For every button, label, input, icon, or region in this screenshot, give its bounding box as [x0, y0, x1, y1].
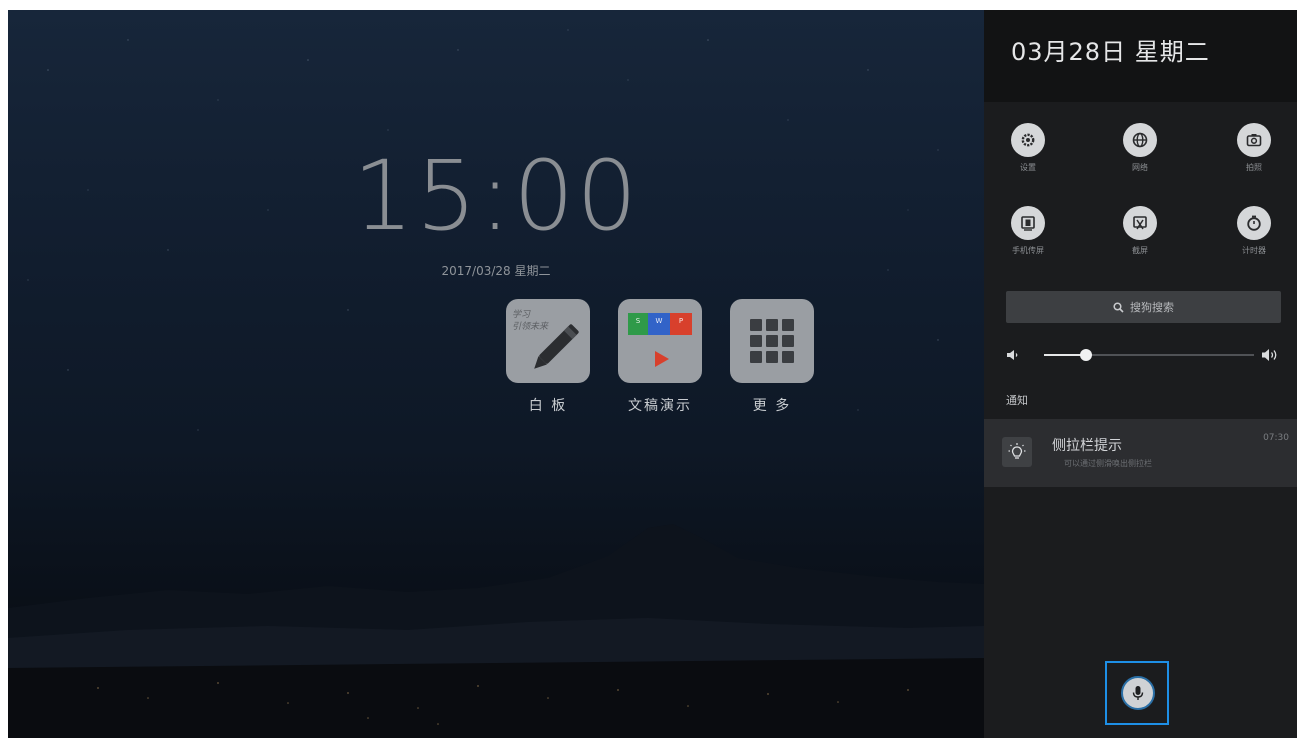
gear-icon: [1011, 123, 1045, 157]
volume-thumb[interactable]: [1080, 349, 1092, 361]
quick-setting-label: 手机传屏: [1012, 246, 1044, 255]
pen-icon: [534, 324, 579, 369]
microphone-icon: [1132, 686, 1144, 700]
quick-setting-timer[interactable]: 计时器: [1224, 206, 1284, 256]
quick-setting-screen-cast[interactable]: 手机传屏: [998, 206, 1058, 256]
app-label: 白 板: [528, 398, 568, 414]
search-icon: [1113, 301, 1124, 313]
app-more[interactable]: 更 多: [730, 299, 814, 415]
quick-setting-label: 拍照: [1246, 163, 1262, 172]
lightbulb-icon: [1002, 437, 1032, 467]
notification-title: 侧拉栏提示: [1052, 438, 1122, 454]
quick-setting-settings[interactable]: 设置: [998, 123, 1058, 173]
quick-setting-label: 设置: [1020, 163, 1036, 172]
app-presentation[interactable]: S W P 文稿演示: [618, 299, 702, 415]
volume-low-icon: [1007, 350, 1018, 360]
presentation-icon: S W P: [618, 299, 702, 383]
app-grid-icon: [730, 299, 814, 383]
screenshot-icon: [1123, 206, 1157, 240]
screen: 15:00 2017/03/28 星期二 学习 引领未来 白 板 S W P 文…: [8, 10, 1297, 738]
panel-date: 03月28日 星期二: [1011, 38, 1210, 66]
desktop: 15:00 2017/03/28 星期二 学习 引领未来 白 板 S W P 文…: [8, 10, 984, 738]
app-label: 文稿演示: [628, 398, 692, 414]
svg-text:P: P: [679, 317, 683, 325]
mountain-landscape: [8, 524, 984, 738]
voice-button[interactable]: [1121, 676, 1155, 710]
clock: 15:00: [352, 140, 640, 252]
camera-icon: [1237, 123, 1271, 157]
date-label: 2017/03/28 星期二: [441, 264, 551, 278]
svg-text:S: S: [636, 317, 641, 325]
whiteboard-icon: 学习 引领未来: [506, 299, 590, 383]
volume-slider[interactable]: [1044, 349, 1254, 361]
search-button[interactable]: 搜狗搜索: [1006, 291, 1281, 323]
search-label: 搜狗搜索: [1130, 301, 1174, 314]
quick-setting-label: 截屏: [1132, 246, 1148, 255]
panel-header: 03月28日 星期二: [984, 10, 1297, 102]
notifications-heading: 通知: [1006, 394, 1028, 407]
volume-high-icon: [1262, 349, 1277, 361]
globe-icon: [1123, 123, 1157, 157]
notification-subtitle: 可以通过侧滑唤出侧拉栏: [1064, 459, 1152, 468]
quick-setting-camera[interactable]: 拍照: [1224, 123, 1284, 173]
notification-card[interactable]: 侧拉栏提示 可以通过侧滑唤出侧拉栏 07:30: [984, 419, 1297, 487]
quick-setting-network[interactable]: 网络: [1110, 123, 1170, 173]
svg-text:W: W: [656, 317, 663, 325]
quick-setting-screenshot[interactable]: 截屏: [1110, 206, 1170, 256]
timer-icon: [1237, 206, 1271, 240]
notification-time: 07:30: [1263, 433, 1289, 443]
quick-setting-label: 计时器: [1242, 246, 1266, 255]
quick-setting-label: 网络: [1132, 163, 1148, 172]
voice-button-highlight: [1105, 661, 1169, 725]
side-panel: 03月28日 星期二 设置 网络 拍照 手机传屏 截屏 计时器 搜狗搜索 通知 …: [984, 10, 1297, 738]
app-whiteboard[interactable]: 学习 引领未来 白 板: [506, 299, 590, 415]
volume-row: [1006, 345, 1281, 365]
presentation-graphic: S W P: [628, 313, 692, 367]
screen-cast-icon: [1011, 206, 1045, 240]
app-label: 更 多: [752, 398, 792, 414]
